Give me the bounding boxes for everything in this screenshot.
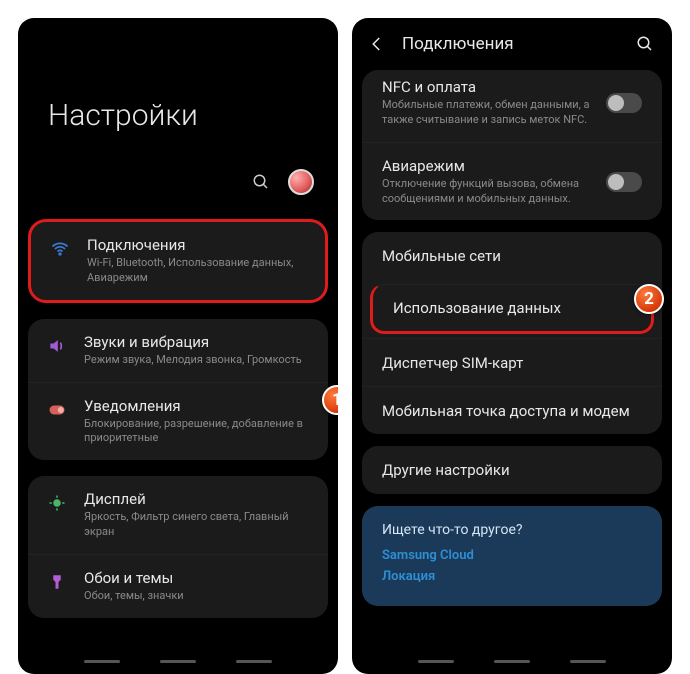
row-airplane[interactable]: Авиарежим Отключение функций вызова, обм…	[362, 142, 662, 221]
row-other-settings[interactable]: Другие настройки	[362, 446, 662, 494]
row-title: Диспетчер SIM-карт	[382, 354, 642, 372]
search-icon[interactable]	[636, 35, 654, 53]
info-link-samsung-cloud[interactable]: Samsung Cloud	[382, 548, 642, 563]
row-title: Мобильная точка доступа и модем	[382, 402, 642, 420]
toggle-airplane[interactable]	[606, 172, 642, 192]
card-sound-notif: Звуки и вибрация Режим звука, Мелодия зв…	[28, 319, 328, 461]
item-title: Подключения	[87, 236, 307, 254]
card-network-group: Мобильные сети Использование данных Дисп…	[362, 232, 662, 434]
page-title: Настройки	[18, 18, 338, 163]
row-title: NFC и оплата	[382, 78, 606, 96]
phone-connections: Подключения NFC и оплата Мобильные плате…	[352, 18, 672, 674]
item-display[interactable]: Дисплей Яркость, Фильтр синего света, Гл…	[28, 476, 328, 554]
wifi-icon	[49, 238, 71, 260]
item-title: Обои и темы	[84, 569, 310, 587]
item-sounds[interactable]: Звуки и вибрация Режим звука, Мелодия зв…	[28, 319, 328, 382]
row-sim-manager[interactable]: Диспетчер SIM-карт	[362, 338, 662, 386]
android-navbar	[352, 660, 672, 674]
notif-icon	[46, 399, 68, 421]
item-notifications[interactable]: Уведомления Блокирование, разрешение, до…	[28, 382, 328, 461]
item-sub: Режим звука, Мелодия звонка, Громкость	[84, 353, 310, 368]
toggle-nfc[interactable]	[606, 93, 642, 113]
theme-icon	[46, 571, 68, 593]
row-nfc[interactable]: NFC и оплата Мобильные платежи, обмен да…	[362, 70, 662, 142]
item-themes[interactable]: Обои и темы Обои, темы, значки	[28, 554, 328, 618]
avatar[interactable]	[288, 169, 314, 195]
row-sub: Отключение функций вызова, обмена сообще…	[382, 177, 606, 207]
row-title: Использование данных	[393, 299, 631, 317]
item-sub: Обои, темы, значки	[84, 589, 310, 604]
info-title: Ищете что-то другое?	[382, 522, 642, 538]
appbar-title: Подключения	[402, 34, 620, 54]
info-link-location[interactable]: Локация	[382, 569, 642, 584]
item-connections[interactable]: Подключения Wi-Fi, Bluetooth, Использова…	[31, 222, 325, 300]
display-icon	[46, 492, 68, 514]
row-data-usage[interactable]: Использование данных	[370, 284, 654, 334]
card-display-themes: Дисплей Яркость, Фильтр синего света, Гл…	[28, 476, 328, 618]
step-badge-2: 2	[634, 284, 664, 314]
info-card: Ищете что-то другое? Samsung Cloud Локац…	[362, 506, 662, 606]
card-nfc-airplane: NFC и оплата Мобильные платежи, обмен да…	[362, 70, 662, 220]
item-title: Звуки и вибрация	[84, 333, 310, 351]
search-icon[interactable]	[252, 173, 270, 191]
appbar: Подключения	[352, 18, 672, 68]
row-title: Мобильные сети	[382, 247, 642, 265]
row-sub: Мобильные платежи, обмен данными, а такж…	[382, 98, 606, 128]
sound-icon	[46, 335, 68, 357]
phone-settings: Настройки Подключения Wi-Fi, Bluetooth, …	[18, 18, 338, 674]
item-sub: Блокирование, разрешение, добавление в п…	[84, 417, 310, 447]
hero-actions	[18, 163, 338, 211]
item-sub: Wi-Fi, Bluetooth, Использование данных, …	[87, 256, 307, 286]
back-icon[interactable]	[368, 35, 386, 53]
item-title: Дисплей	[84, 490, 310, 508]
item-title: Уведомления	[84, 397, 310, 415]
card-other: Другие настройки	[362, 446, 662, 494]
row-mobile-networks[interactable]: Мобильные сети	[362, 232, 662, 280]
row-title: Авиарежим	[382, 157, 606, 175]
item-sub: Яркость, Фильтр синего света, Главный эк…	[84, 510, 310, 540]
row-title: Другие настройки	[382, 461, 642, 479]
card-connections: Подключения Wi-Fi, Bluetooth, Использова…	[28, 219, 328, 303]
android-navbar	[18, 660, 338, 674]
row-hotspot[interactable]: Мобильная точка доступа и модем	[362, 386, 662, 434]
